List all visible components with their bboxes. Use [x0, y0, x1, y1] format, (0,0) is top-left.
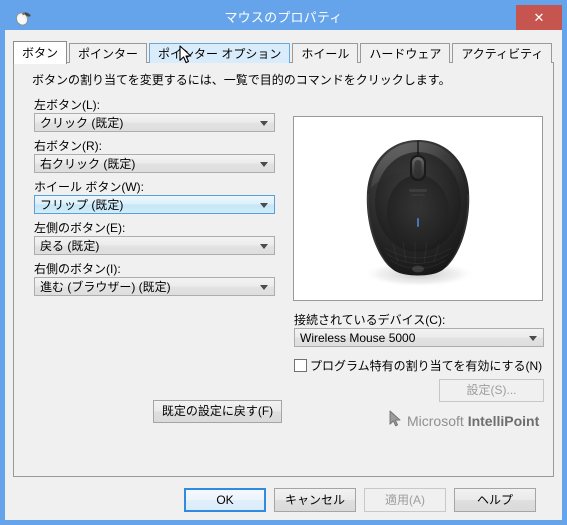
cancel-button[interactable]: キャンセル — [274, 488, 356, 512]
combo-wheel-button-value: フリップ (既定) — [40, 198, 124, 212]
brand-microsoft: Microsoft — [407, 413, 464, 429]
pointer-arrow-icon — [389, 410, 402, 432]
program-specific-assignments-row[interactable]: プログラム特有の割り当てを有効にする(N) — [294, 357, 542, 374]
label-wheel-button: ホイール ボタン(W): — [34, 180, 144, 194]
close-button[interactable]: ✕ — [516, 5, 562, 30]
combo-wheel-button[interactable]: フリップ (既定) — [34, 195, 275, 214]
tab-pointer[interactable]: ポインター — [69, 43, 148, 63]
chevron-down-icon — [260, 120, 268, 126]
combo-connected-device-value: Wireless Mouse 5000 — [300, 331, 416, 345]
settings-button[interactable]: 設定(S)... — [439, 379, 544, 402]
brand-intellipoint: IntelliPoint — [467, 413, 540, 429]
label-left-button: 左ボタン(L): — [34, 98, 101, 112]
combo-side-button-e-value: 戻る (既定) — [40, 239, 100, 253]
intellipoint-brand: Microsoft IntelliPoint — [389, 410, 539, 432]
combo-left-button[interactable]: クリック (既定) — [34, 113, 275, 132]
chevron-down-icon — [260, 161, 268, 167]
title-bar[interactable]: マウスのプロパティ ✕ — [5, 5, 562, 30]
ok-button[interactable]: OK — [184, 488, 266, 512]
combo-connected-device[interactable]: Wireless Mouse 5000 — [294, 328, 544, 347]
combo-side-button-e[interactable]: 戻る (既定) — [34, 236, 275, 255]
combo-right-button-value: 右クリック (既定) — [40, 157, 136, 171]
chevron-down-icon — [260, 243, 268, 249]
mouse-properties-window: マウスのプロパティ ✕ ボタン ポインター ポインター オプション ホイール ハ… — [0, 0, 567, 525]
brand-text: Microsoft IntelliPoint — [407, 413, 539, 429]
apply-button[interactable]: 適用(A) — [364, 488, 446, 512]
label-connected-device: 接続されているデバイス(C): — [294, 313, 446, 327]
combo-side-button-i-value: 進む (ブラウザー) (既定) — [40, 280, 171, 294]
window-title: マウスのプロパティ — [224, 10, 343, 25]
restore-defaults-button[interactable]: 既定の設定に戻す(F) — [153, 400, 282, 423]
combo-right-button[interactable]: 右クリック (既定) — [34, 154, 275, 173]
program-specific-checkbox[interactable] — [294, 359, 307, 372]
tab-hardware[interactable]: ハードウェア — [360, 43, 451, 63]
page-description: ボタンの割り当てを変更するには、一覧で目的のコマンドをクリックします。 — [32, 73, 451, 87]
combo-left-button-value: クリック (既定) — [40, 116, 124, 130]
program-specific-label: プログラム特有の割り当てを有効にする(N) — [310, 359, 543, 373]
label-right-button: 右ボタン(R): — [34, 139, 102, 153]
tab-activity[interactable]: アクティビティ — [452, 43, 553, 63]
combo-side-button-i[interactable]: 進む (ブラウザー) (既定) — [34, 277, 275, 296]
chevron-down-icon — [260, 202, 268, 208]
mouse-preview-panel — [293, 116, 543, 301]
label-side-button-e: 左側のボタン(E): — [34, 221, 126, 235]
tab-strip: ボタン ポインター ポインター オプション ホイール ハードウェア アクティビテ… — [13, 41, 554, 64]
tab-wheel[interactable]: ホイール — [292, 43, 359, 63]
chevron-down-icon — [529, 335, 537, 341]
close-icon: ✕ — [533, 10, 545, 25]
tab-pointer-options[interactable]: ポインター オプション — [149, 43, 291, 63]
tab-page-buttons: ボタンの割り当てを変更するには、一覧で目的のコマンドをクリックします。 左ボタン… — [13, 62, 554, 477]
tab-buttons[interactable]: ボタン — [13, 41, 68, 64]
label-side-button-i: 右側のボタン(I): — [34, 262, 121, 276]
help-button[interactable]: ヘルプ — [454, 488, 536, 512]
wireless-mouse-photo — [363, 139, 475, 287]
chevron-down-icon — [260, 284, 268, 290]
